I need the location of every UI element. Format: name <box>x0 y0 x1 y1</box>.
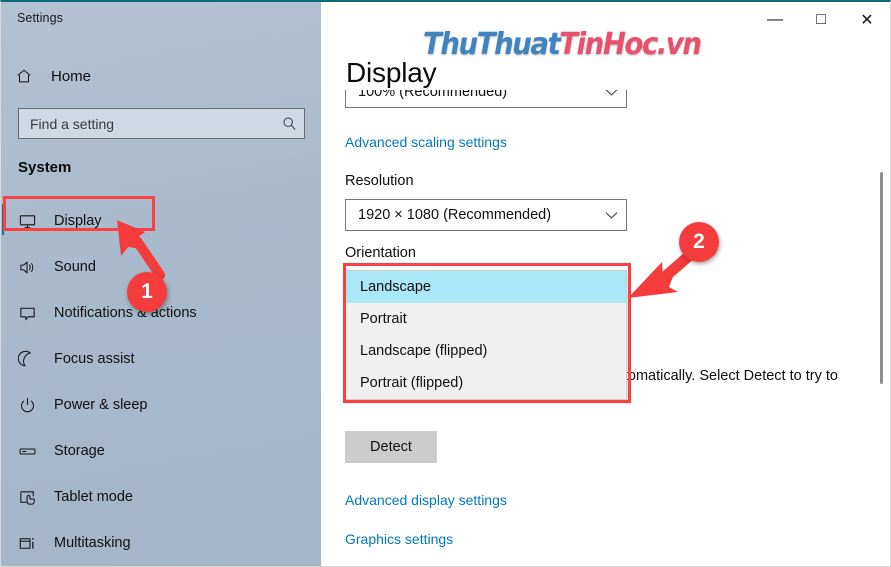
watermark-part-red: TinHoc.vn <box>559 27 702 62</box>
advanced-scaling-settings-link[interactable]: Advanced scaling settings <box>345 134 507 150</box>
scale-dropdown-value: 100% (Recommended) <box>358 90 508 100</box>
sidebar-item-label: Focus assist <box>54 351 135 367</box>
orientation-option-portrait-flipped[interactable]: Portrait (flipped) <box>346 367 626 399</box>
sidebar-item-label: Power & sleep <box>54 397 148 413</box>
maximize-icon: □ <box>816 11 826 28</box>
notification-icon <box>18 304 52 323</box>
detect-button[interactable]: Detect <box>345 431 437 463</box>
annotation-marker-2: 2 <box>679 222 719 262</box>
sidebar-item-focus-assist[interactable]: Focus assist <box>1 336 321 382</box>
orientation-label: Orientation <box>345 245 416 261</box>
scale-dropdown[interactable]: 100% (Recommended) <box>345 90 627 108</box>
watermark-part-blue: ThuThuat <box>423 27 561 62</box>
sidebar-item-label: Multitasking <box>54 535 131 551</box>
sidebar-item-tablet-mode[interactable]: Tablet mode <box>1 474 321 520</box>
orientation-option-landscape-flipped[interactable]: Landscape (flipped) <box>346 335 626 367</box>
minimize-button[interactable]: — <box>752 4 798 36</box>
sidebar-nav-list: Display Sound Notifications & actions Fo… <box>1 198 321 566</box>
sidebar-item-label: Notifications & actions <box>54 305 197 321</box>
orientation-option-landscape[interactable]: Landscape <box>346 271 626 303</box>
main-pane: — □ ✕ ThuThuatTinHoc.vn Display 100% (Re… <box>322 4 890 566</box>
window-title: Settings <box>17 11 63 25</box>
maximize-button[interactable]: □ <box>798 4 844 36</box>
multitask-icon <box>18 534 52 553</box>
advanced-display-settings-link[interactable]: Advanced display settings <box>345 492 507 508</box>
sidebar-item-label: Tablet mode <box>54 489 133 505</box>
search-input[interactable]: Find a setting <box>18 108 305 139</box>
sidebar-item-multitasking[interactable]: Multitasking <box>1 520 321 566</box>
resolution-dropdown-value: 1920 × 1080 (Recommended) <box>358 207 552 223</box>
resolution-label: Resolution <box>345 173 414 189</box>
close-button[interactable]: ✕ <box>844 4 890 36</box>
chevron-down-icon <box>596 90 626 97</box>
monitor-icon <box>18 212 52 231</box>
home-icon <box>15 67 45 85</box>
sidebar-item-label: Display <box>54 213 102 229</box>
drive-icon <box>18 442 52 461</box>
search-placeholder: Find a setting <box>30 115 115 132</box>
settings-window: Settings Home Find a setting System Disp… <box>0 0 891 567</box>
tablet-hand-icon <box>18 488 52 507</box>
site-watermark: ThuThuatTinHoc.vn <box>423 27 702 62</box>
speaker-icon <box>18 258 52 277</box>
power-icon <box>18 396 52 415</box>
annotation-marker-1: 1 <box>127 272 167 312</box>
moon-icon <box>18 350 52 369</box>
sidebar-home-label: Home <box>51 67 92 85</box>
sidebar-item-label: Sound <box>54 259 96 275</box>
window-controls: — □ ✕ <box>752 4 890 36</box>
sidebar-item-storage[interactable]: Storage <box>1 428 321 474</box>
sidebar-item-power-sleep[interactable]: Power & sleep <box>1 382 321 428</box>
scrollbar-thumb[interactable] <box>880 172 883 384</box>
sidebar-item-display[interactable]: Display <box>1 198 321 244</box>
close-icon: ✕ <box>860 12 874 29</box>
sidebar-group-label: System <box>18 159 72 176</box>
marker-number: 2 <box>693 230 705 253</box>
orientation-dropdown-list[interactable]: Landscape Portrait Landscape (flipped) P… <box>345 270 627 400</box>
search-icon[interactable] <box>274 116 304 131</box>
minimize-icon: — <box>767 11 783 28</box>
sidebar-item-home[interactable]: Home <box>15 62 91 90</box>
sidebar-item-label: Storage <box>54 443 105 459</box>
orientation-option-portrait[interactable]: Portrait <box>346 303 626 335</box>
resolution-dropdown[interactable]: 1920 × 1080 (Recommended) <box>345 199 627 231</box>
scrollbar[interactable] <box>877 90 887 566</box>
chevron-down-icon <box>596 211 626 220</box>
marker-number: 1 <box>141 280 153 303</box>
page-title: Display <box>346 57 437 88</box>
graphics-settings-link[interactable]: Graphics settings <box>345 531 453 547</box>
scroll-content: 100% (Recommended) Advanced scaling sett… <box>322 90 890 566</box>
